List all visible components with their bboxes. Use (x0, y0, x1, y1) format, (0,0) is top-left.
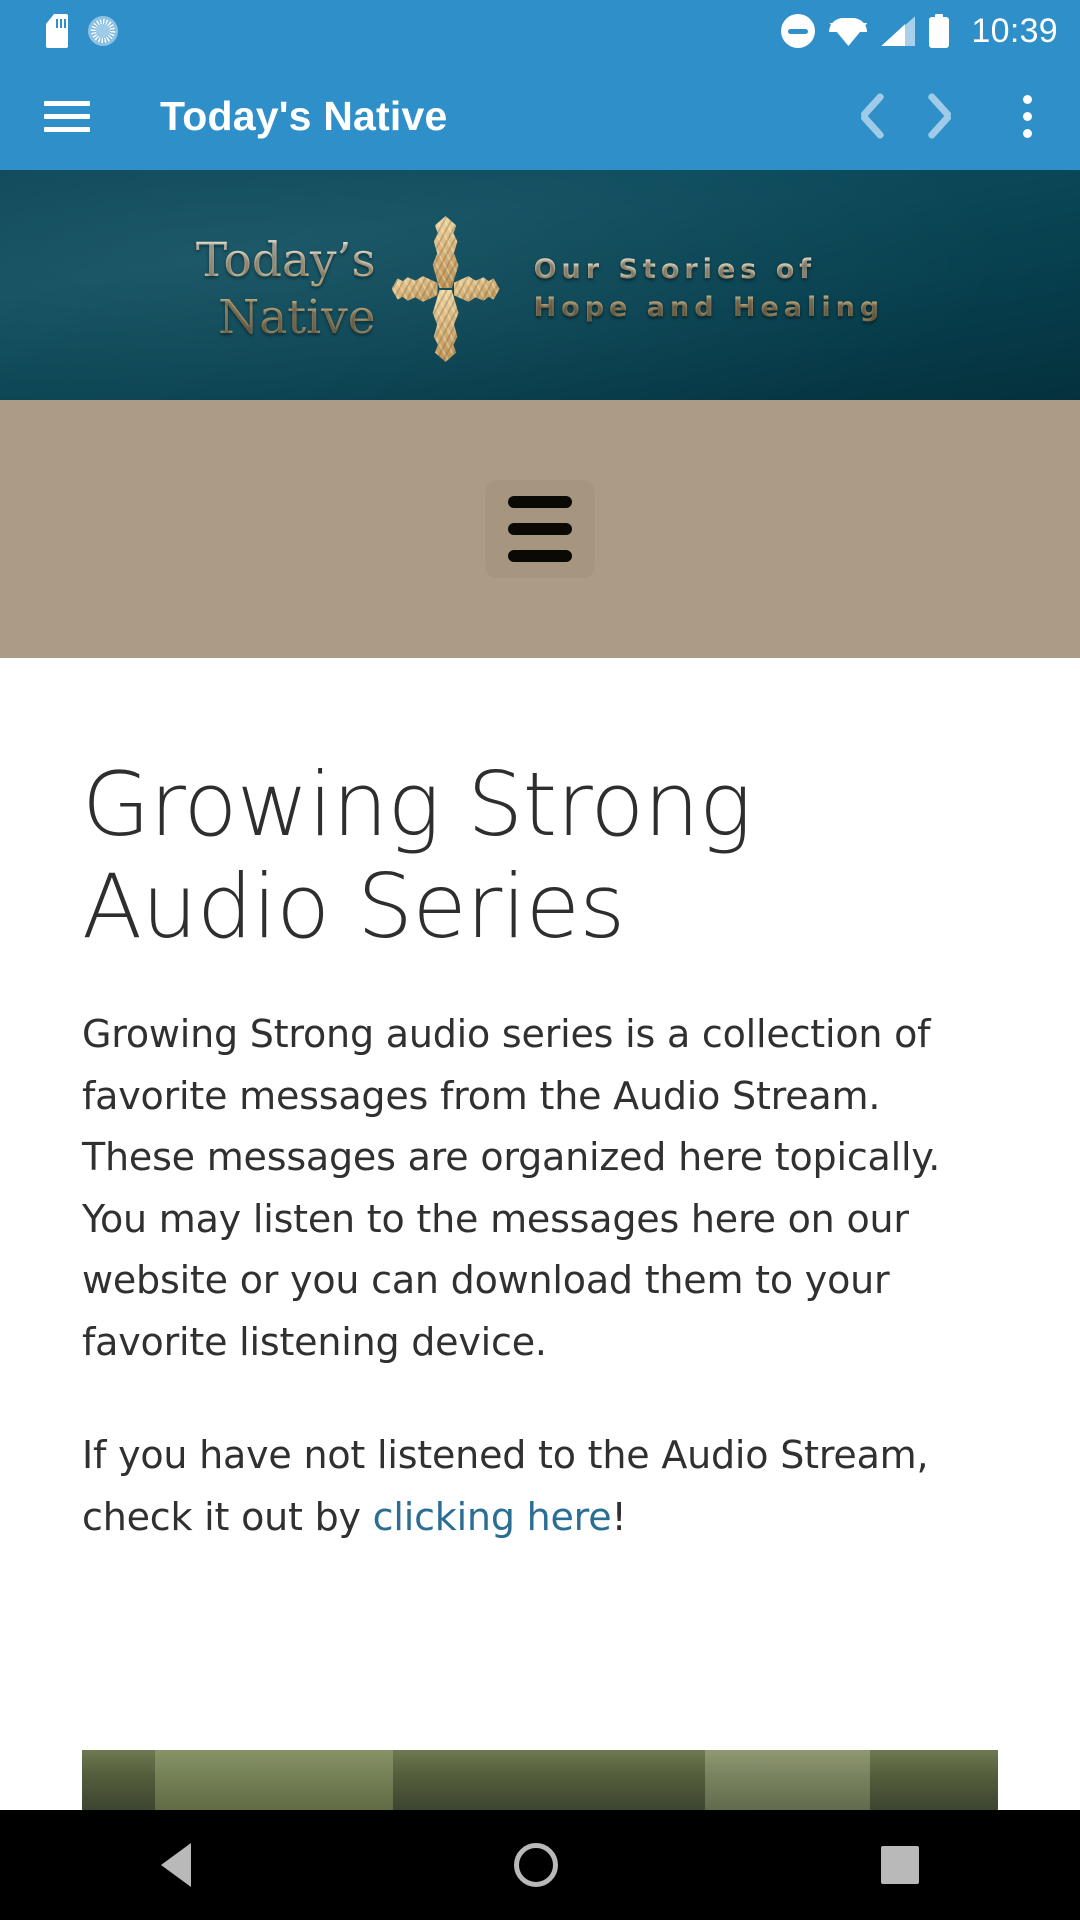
site-banner: Today’s Native Our Stories of Hope and H… (0, 170, 1080, 400)
app-bar-actions (820, 73, 1062, 159)
sync-progress-icon (88, 16, 118, 46)
brand-wordmark: Today’s Native (196, 237, 392, 341)
nav-recents-icon[interactable] (880, 1846, 919, 1884)
nav-home-icon[interactable] (513, 1843, 558, 1887)
brand-line-1: Today’s (195, 233, 376, 288)
status-bar-right-icons: 10:39 (781, 12, 1058, 51)
page-title: Today's Native (160, 92, 448, 139)
hamburger-icon[interactable] (44, 99, 90, 133)
forward-button[interactable] (906, 73, 992, 159)
site-nav-bar (0, 400, 1080, 658)
clicking-here-link[interactable]: clicking here (373, 1495, 612, 1539)
page-content: Growing Strong Audio Series Growing Stro… (0, 658, 1080, 1810)
overflow-menu-icon[interactable] (992, 73, 1062, 159)
wifi-icon (829, 16, 868, 46)
arrowhead-cross-icon (391, 216, 500, 362)
content-paragraph-2: If you have not listened to the Audio St… (82, 1425, 1002, 1548)
battery-icon (929, 14, 950, 48)
nav-back-icon[interactable] (161, 1843, 192, 1887)
paragraph-2-text-after: ! (611, 1494, 627, 1539)
sd-card-icon (46, 14, 68, 48)
brand-line-2: Native (218, 290, 376, 345)
banner-inner: Today’s Native Our Stories of Hope and H… (196, 216, 884, 362)
android-nav-bar (0, 1810, 1080, 1920)
status-bar-left-icons (46, 14, 118, 48)
content-heading: Growing Strong Audio Series (82, 753, 752, 959)
cellular-signal-icon (881, 16, 916, 46)
content-image-preview (82, 1750, 998, 1810)
banner-tagline: Our Stories of Hope and Healing (500, 251, 885, 328)
tagline-line-2: Hope and Healing (533, 292, 885, 323)
back-button[interactable] (820, 73, 906, 159)
status-clock: 10:39 (971, 11, 1058, 50)
app-bar: Today's Native (0, 62, 1080, 170)
status-bar: 10:39 (0, 0, 1080, 62)
do-not-disturb-icon (781, 14, 816, 48)
site-hamburger-icon[interactable] (485, 480, 595, 578)
content-paragraph-1: Growing Strong audio series is a collect… (82, 1012, 941, 1364)
tagline-line-1: Our Stories of (533, 253, 817, 285)
phone-screen: 10:39 Today's Native Today’s Native Our … (0, 0, 1080, 1920)
